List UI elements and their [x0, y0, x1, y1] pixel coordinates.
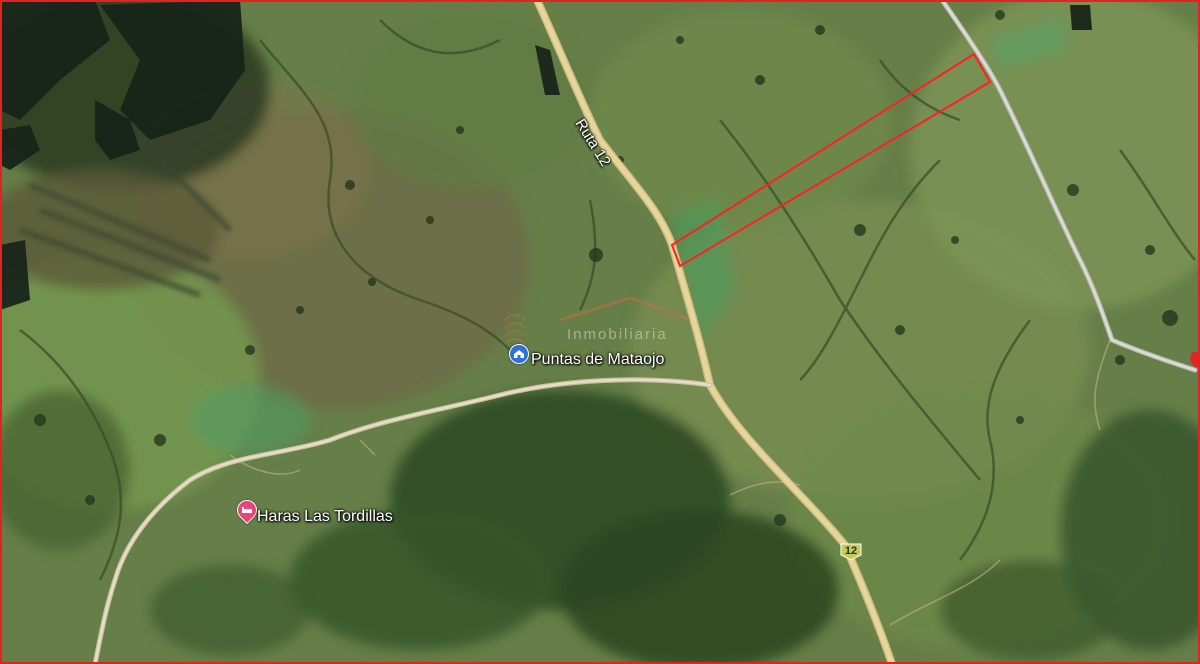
lodging-pin-icon [242, 507, 252, 513]
landmark-pin-icon [514, 350, 524, 358]
house-logo-icon [504, 296, 691, 345]
satellite-map[interactable]: Inmobiliaria Ruta 12 Puntas de Mataojo H… [0, 0, 1200, 664]
watermark-text: Inmobiliaria [567, 326, 668, 343]
route-shield: 12 [840, 543, 862, 561]
place-label[interactable]: Puntas de Mataojo [531, 351, 664, 369]
route-shield-number: 12 [844, 545, 858, 557]
poi-label[interactable]: Haras Las Tordillas [257, 508, 393, 526]
place-pin[interactable] [509, 344, 529, 364]
